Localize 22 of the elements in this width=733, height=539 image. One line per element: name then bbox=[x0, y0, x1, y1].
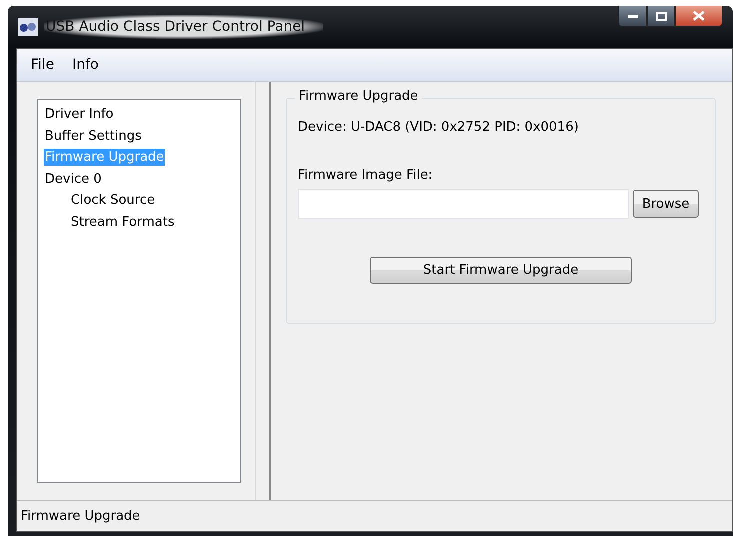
tree-item[interactable]: Stream Formats bbox=[70, 214, 176, 230]
tree-item[interactable]: Device 0 bbox=[44, 170, 103, 188]
field-label: Firmware Image File: bbox=[298, 168, 434, 183]
browse-button[interactable]: Browse bbox=[633, 190, 699, 218]
device-info: Device: U-DAC8 (VID: 0x2752 PID: 0x0016) bbox=[298, 120, 580, 135]
close-button[interactable] bbox=[675, 6, 723, 27]
maximize-button[interactable] bbox=[647, 6, 675, 27]
tree-item[interactable]: Buffer Settings bbox=[44, 128, 143, 144]
maximize-icon bbox=[656, 12, 666, 20]
status-text: Firmware Upgrade bbox=[21, 508, 140, 524]
tree-item[interactable]: Clock Source bbox=[70, 192, 156, 209]
tree-item[interactable]: Driver Info bbox=[44, 106, 115, 123]
menu-item[interactable]: File bbox=[23, 55, 62, 75]
start-upgrade-button[interactable]: Start Firmware Upgrade bbox=[370, 257, 632, 284]
app-logo-icon bbox=[18, 18, 38, 36]
file-path-field[interactable] bbox=[298, 189, 629, 219]
group-title: Firmware Upgrade bbox=[295, 89, 422, 104]
window-title: USB Audio Class Driver Control Panel bbox=[44, 15, 324, 39]
close-icon bbox=[693, 11, 705, 21]
minimize-button[interactable] bbox=[618, 6, 647, 27]
menu-item[interactable]: Info bbox=[64, 55, 107, 75]
minimize-icon bbox=[628, 14, 638, 18]
